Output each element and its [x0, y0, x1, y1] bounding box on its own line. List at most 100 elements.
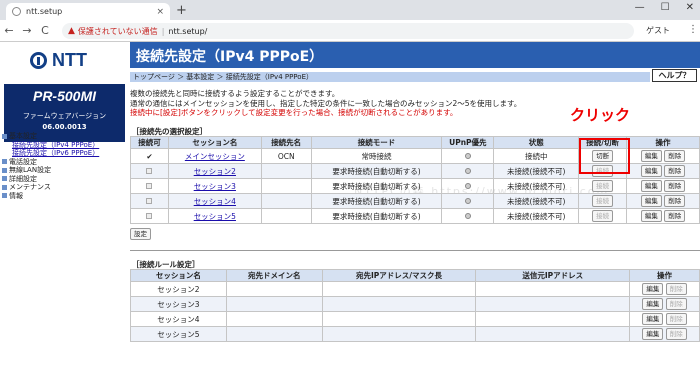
- minimize-icon[interactable]: —: [635, 2, 645, 13]
- sidebar-item-label: 詳細設定: [9, 174, 37, 183]
- sidebar-item[interactable]: 詳細設定: [2, 175, 99, 184]
- menu-bullet-icon: [2, 176, 7, 182]
- maximize-icon[interactable]: ☐: [661, 2, 670, 13]
- description-line-2: 通常の通信にはメインセッションを使用し、指定した特定の条件に一致した場合のみセッ…: [130, 98, 522, 108]
- session-link[interactable]: セッション5: [194, 212, 236, 221]
- connect-button[interactable]: 接続: [592, 195, 614, 207]
- col-header-upnp: UPnP優先: [441, 136, 495, 149]
- enable-checkbox[interactable]: [146, 182, 153, 189]
- sidebar-item[interactable]: 情報: [2, 192, 99, 201]
- highlight-box: [579, 138, 630, 174]
- upnp-radio[interactable]: [464, 152, 471, 159]
- edit-button[interactable]: 編集: [642, 298, 664, 310]
- status-cell: 未接続(接続不可): [493, 208, 580, 224]
- delete-button[interactable]: 削除: [664, 210, 686, 222]
- status-cell: 未接続(接続不可): [493, 163, 580, 179]
- session-link[interactable]: セッション4: [194, 197, 236, 206]
- edit-button[interactable]: 編集: [642, 328, 664, 340]
- sidebar-item[interactable]: メンテナンス: [2, 183, 99, 192]
- table-row: セッション3 編集 削除: [130, 296, 700, 312]
- sidebar-subitem[interactable]: 接続先設定（IPv6 PPPoE）: [2, 149, 99, 158]
- edit-button[interactable]: 編集: [640, 150, 662, 162]
- table-row: セッション3 要求時接続(自動切断する) 未接続(接続不可) 接続 編集 削除: [130, 178, 700, 194]
- description-warning: 接続中に[設定]ボタンをクリックして設定変更を行った場合、接続が切断されることが…: [130, 108, 458, 117]
- window-controls: — ☐ ✕: [635, 2, 694, 13]
- edit-button[interactable]: 編集: [642, 283, 664, 295]
- delete-button[interactable]: 削除: [665, 298, 687, 310]
- click-annotation: クリック: [570, 107, 631, 124]
- dest-cell: [260, 193, 312, 209]
- col-header-mode: 接続モード: [310, 136, 443, 149]
- sidebar-item-label: 接続先設定（IPv4 PPPoE）: [12, 140, 100, 149]
- session-cell: セッション2: [130, 281, 227, 297]
- enable-checkbox[interactable]: [146, 212, 153, 219]
- session-link[interactable]: セッション3: [194, 182, 236, 191]
- warning-icon[interactable]: ▲: [68, 26, 75, 36]
- connect-button[interactable]: 接続: [592, 210, 614, 222]
- sidebar-menu: 基本設定 接続先設定（IPv4 PPPoE） 接続先設定（IPv6 PPPoE） 電話…: [2, 132, 99, 200]
- delete-button[interactable]: 削除: [665, 328, 687, 340]
- enable-checkbox[interactable]: [146, 167, 153, 174]
- col-header-session: セッション名: [130, 269, 227, 282]
- delete-button[interactable]: 削除: [665, 313, 687, 325]
- sidebar-item[interactable]: 無線LAN設定: [2, 166, 99, 175]
- delete-button[interactable]: 削除: [664, 180, 686, 192]
- upnp-radio[interactable]: [464, 197, 471, 204]
- table-row: セッション4 編集 削除: [130, 311, 700, 327]
- edit-button[interactable]: 編集: [640, 165, 662, 177]
- sidebar: NTT PR-500MI ファームウェアバージョン 06.00.0013 基本設…: [0, 42, 128, 372]
- session-link[interactable]: メインセッション: [185, 152, 245, 161]
- edit-button[interactable]: 編集: [640, 180, 662, 192]
- tab-close-icon[interactable]: ×: [156, 7, 164, 17]
- delete-button[interactable]: 削除: [664, 165, 686, 177]
- ntt-logo-icon: [30, 52, 47, 69]
- browser-tab[interactable]: ntt.setup ×: [6, 3, 170, 20]
- menu-bullet-icon: [2, 167, 7, 173]
- edit-button[interactable]: 編集: [640, 195, 662, 207]
- dest-cell: OCN: [260, 148, 312, 164]
- close-window-icon[interactable]: ✕: [686, 2, 694, 13]
- sidebar-item-label: メンテナンス: [9, 183, 51, 191]
- delete-button[interactable]: 削除: [665, 283, 687, 295]
- col-header-actions: 操作: [626, 136, 700, 149]
- not-secure-label[interactable]: 保護されていない通信: [78, 26, 158, 37]
- sidebar-item[interactable]: 基本設定: [2, 132, 99, 141]
- profile-guest-button[interactable]: ゲスト: [646, 25, 670, 36]
- reload-icon[interactable]: C: [36, 24, 54, 37]
- menu-bullet-icon: [2, 159, 7, 165]
- enable-checkbox-checked[interactable]: ✔: [146, 152, 152, 161]
- description: 複数の接続先と同時に接続するよう設定することができます。 通常の通信にはメインセ…: [130, 89, 521, 118]
- sidebar-item-label: 接続先設定（IPv6 PPPoE）: [12, 149, 100, 157]
- session-cell: セッション4: [130, 311, 227, 327]
- url-text[interactable]: ntt.setup/: [168, 27, 207, 36]
- edit-button[interactable]: 編集: [640, 210, 662, 222]
- session-cell: セッション3: [130, 296, 227, 312]
- col-header-dest-ip: 宛先IPアドレス/マスク長: [321, 269, 477, 282]
- address-bar[interactable]: ▲ 保護されていない通信 | ntt.setup/: [62, 23, 634, 39]
- connect-button[interactable]: 接続: [592, 180, 614, 192]
- status-cell: 未接続(接続不可): [493, 178, 580, 194]
- back-icon[interactable]: ←: [0, 24, 18, 37]
- delete-button[interactable]: 削除: [664, 195, 686, 207]
- col-header-domain: 宛先ドメイン名: [225, 269, 323, 282]
- delete-button[interactable]: 削除: [664, 150, 686, 162]
- session-link[interactable]: セッション2: [194, 167, 236, 176]
- sidebar-subitem[interactable]: 接続先設定（IPv4 PPPoE）: [2, 141, 99, 150]
- set-button[interactable]: 設定: [130, 228, 151, 240]
- upnp-radio[interactable]: [464, 182, 471, 189]
- upnp-radio[interactable]: [464, 167, 471, 174]
- new-tab-button[interactable]: +: [176, 3, 187, 18]
- menu-icon[interactable]: ⋮: [688, 24, 698, 35]
- menu-bullet-icon: [2, 133, 7, 139]
- forward-icon[interactable]: →: [18, 24, 36, 37]
- enable-checkbox[interactable]: [146, 197, 153, 204]
- mode-cell: 常時接続: [310, 148, 443, 164]
- upnp-radio[interactable]: [464, 212, 471, 219]
- sidebar-item-label: 電話設定: [9, 157, 37, 166]
- help-button[interactable]: ヘルプ？: [652, 69, 697, 82]
- sidebar-item[interactable]: 電話設定: [2, 158, 99, 167]
- firmware-version: 06.00.0013: [42, 123, 87, 131]
- dest-cell: [260, 178, 312, 194]
- status-cell: 接続中: [493, 148, 580, 164]
- edit-button[interactable]: 編集: [642, 313, 664, 325]
